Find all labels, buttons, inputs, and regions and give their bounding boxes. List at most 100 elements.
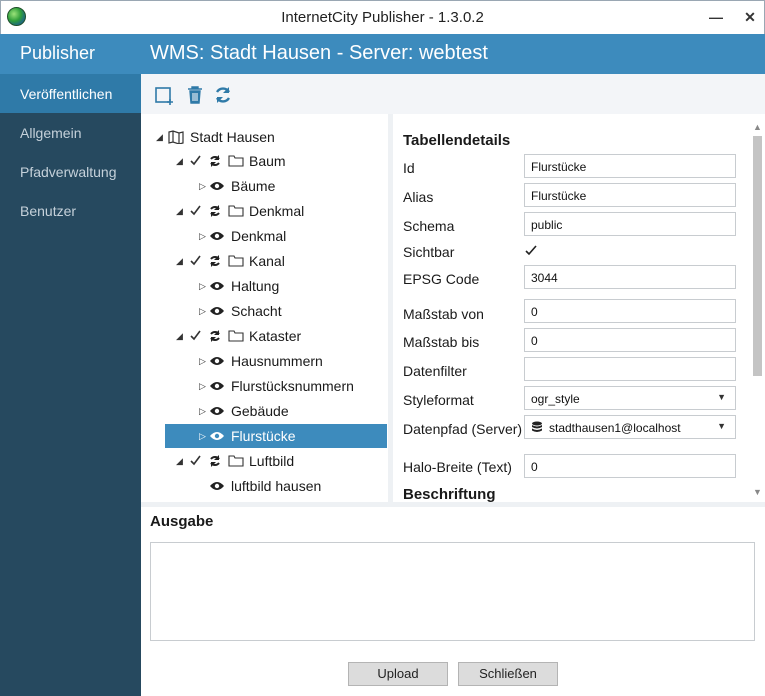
eye-icon[interactable] [209, 429, 225, 443]
tree-node-root[interactable]: ◢ Stadt Hausen [141, 125, 388, 149]
tree-node-layer[interactable]: ▷ Hausnummern [141, 349, 388, 373]
scale-from-field[interactable]: 0 [524, 299, 736, 323]
sidebar-item-pfadverwaltung[interactable]: Pfadverwaltung [0, 152, 141, 191]
datafilter-field[interactable] [524, 357, 736, 381]
collapsed-triangle-icon[interactable]: ▷ [199, 231, 206, 242]
tree-node-layer[interactable]: ▷ Gebäude [141, 399, 388, 423]
minimize-button[interactable]: — [705, 6, 727, 28]
visible-checkbox[interactable] [524, 244, 538, 258]
section-title: Tabellendetails [403, 132, 511, 149]
datapath-select[interactable]: stadthausen1@localhost ▼ [524, 415, 736, 439]
sidebar-item-veroeffentlichen[interactable]: Veröffentlichen [0, 74, 141, 113]
folder-icon [228, 329, 244, 343]
sidebar-item-allgemein[interactable]: Allgemein [0, 113, 141, 152]
eye-icon[interactable] [209, 279, 225, 293]
page-title: WMS: Stadt Hausen - Server: webtest [141, 34, 765, 74]
tree-node-layer[interactable]: ▷ Haltung [141, 274, 388, 298]
tree-node-layer-selected[interactable]: ▷ Flurstücke [165, 424, 387, 448]
refresh-icon[interactable] [208, 154, 224, 168]
tree-node-layer[interactable]: luftbild hausen [141, 474, 388, 498]
eye-icon[interactable] [209, 179, 225, 193]
scroll-up-icon[interactable]: ▲ [753, 122, 762, 132]
eye-icon[interactable] [209, 479, 225, 493]
check-icon[interactable] [189, 254, 202, 267]
tree-label: Stadt Hausen [190, 129, 275, 145]
scale-to-field[interactable]: 0 [524, 328, 736, 352]
check-icon[interactable] [189, 329, 202, 342]
expand-triangle-icon[interactable]: ◢ [176, 456, 183, 467]
tree-node-group[interactable]: ◢ Baum [141, 149, 388, 173]
check-icon[interactable] [189, 154, 202, 167]
collapsed-triangle-icon[interactable]: ▷ [199, 306, 206, 317]
schema-field[interactable]: public [524, 212, 736, 236]
eye-icon[interactable] [209, 379, 225, 393]
refresh-icon[interactable] [208, 454, 224, 468]
field-label: EPSG Code [403, 271, 480, 287]
tree-label: Denkmal [231, 228, 287, 244]
refresh-icon[interactable] [208, 254, 224, 268]
eye-icon[interactable] [209, 304, 225, 318]
output-textarea[interactable] [150, 542, 755, 641]
refresh-icon[interactable] [208, 329, 224, 343]
expand-triangle-icon[interactable]: ◢ [156, 132, 163, 143]
eye-icon[interactable] [209, 229, 225, 243]
tree-node-layer[interactable]: ▷ Bäume [141, 174, 388, 198]
refresh-icon[interactable] [208, 204, 224, 218]
expand-triangle-icon[interactable]: ◢ [176, 256, 183, 267]
folder-icon [228, 204, 244, 218]
refresh-icon[interactable] [212, 84, 234, 106]
tree-node-layer[interactable]: ▷ Flurstücksnummern [141, 374, 388, 398]
eye-icon[interactable] [209, 404, 225, 418]
alias-field[interactable]: Flurstücke [524, 183, 736, 207]
scroll-down-icon[interactable]: ▼ [753, 487, 762, 497]
expand-triangle-icon[interactable]: ◢ [176, 331, 183, 342]
collapsed-triangle-icon[interactable]: ▷ [199, 281, 206, 292]
details-scrollbar[interactable]: ▲ ▼ [750, 122, 765, 502]
tree-node-group[interactable]: ◢ Kanal [141, 249, 388, 273]
expand-triangle-icon[interactable]: ◢ [176, 156, 183, 167]
check-icon[interactable] [189, 454, 202, 467]
title-bar: InternetCity Publisher - 1.3.0.2 — ✕ [0, 0, 765, 34]
field-label: Alias [403, 189, 434, 205]
collapsed-triangle-icon[interactable]: ▷ [199, 356, 206, 367]
upload-button[interactable]: Upload [348, 662, 448, 686]
tree-node-group[interactable]: ◢ Denkmal [141, 199, 388, 223]
tree-node-layer[interactable]: ▷ Schacht [141, 299, 388, 323]
tree-label: Denkmal [249, 203, 305, 219]
collapsed-triangle-icon[interactable]: ▷ [199, 406, 206, 417]
expand-triangle-icon[interactable]: ◢ [176, 206, 183, 217]
tree-label: Gebäude [231, 403, 289, 419]
splitter[interactable] [141, 502, 765, 507]
styleformat-select[interactable]: ogr_style ▼ [524, 386, 736, 410]
output-title: Ausgabe [150, 513, 214, 530]
id-field[interactable]: Flurstücke [524, 154, 736, 178]
close-button[interactable]: Schließen [458, 662, 558, 686]
chevron-down-icon: ▼ [717, 392, 726, 402]
tree-label: Bäume [231, 178, 276, 194]
collapsed-triangle-icon[interactable]: ▷ [199, 431, 206, 442]
map-icon [168, 130, 184, 145]
check-icon[interactable] [189, 204, 202, 217]
eye-icon[interactable] [209, 354, 225, 368]
tree-label: Flurstücksnummern [231, 378, 354, 394]
tree-node-group[interactable]: ◢ Luftbild [141, 449, 388, 473]
scroll-thumb[interactable] [753, 136, 762, 376]
collapsed-triangle-icon[interactable]: ▷ [199, 181, 206, 192]
halo-width-field[interactable]: 0 [524, 454, 736, 478]
section-title: Beschriftung [403, 486, 496, 502]
sidebar-brand: Publisher [0, 34, 141, 74]
tree-label: Schacht [231, 303, 282, 319]
trash-icon[interactable] [184, 84, 206, 106]
collapsed-triangle-icon[interactable]: ▷ [199, 381, 206, 392]
tree-label: Luftbild [249, 453, 295, 469]
add-layer-icon[interactable] [154, 84, 176, 106]
field-label: Datenpfad (Server) [403, 421, 523, 437]
tree-label: luftbild hausen [231, 478, 322, 494]
sidebar-item-benutzer[interactable]: Benutzer [0, 191, 141, 230]
tree-node-layer[interactable]: ▷ Denkmal [141, 224, 388, 248]
close-window-button[interactable]: ✕ [739, 6, 761, 28]
sidebar: Publisher Veröffentlichen Allgemein Pfad… [0, 34, 141, 696]
tree-node-group[interactable]: ◢ Kataster [141, 324, 388, 348]
folder-icon [228, 254, 244, 268]
epsg-field[interactable]: 3044 [524, 265, 736, 289]
